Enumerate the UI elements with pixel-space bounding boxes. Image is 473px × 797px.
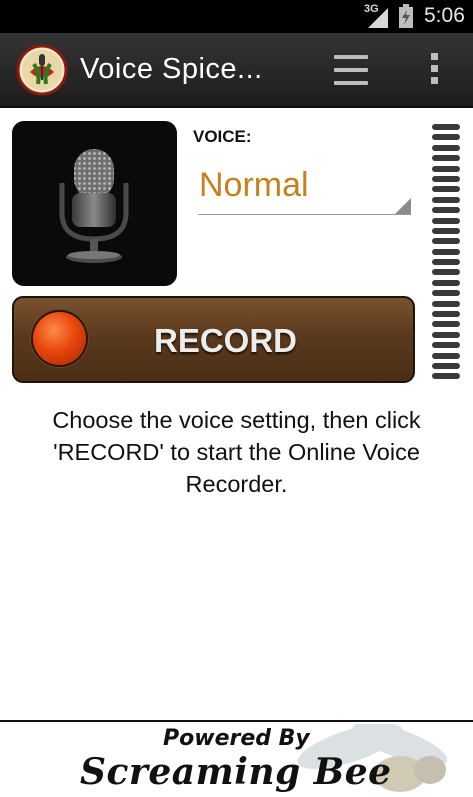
powered-by-text: Powered By xyxy=(163,726,310,751)
app-logo-icon[interactable] xyxy=(16,44,68,96)
level-bar xyxy=(432,352,460,359)
battery-charging-icon xyxy=(399,4,413,28)
level-bar xyxy=(432,311,460,318)
signal-icon xyxy=(368,8,388,28)
level-bar xyxy=(432,124,460,130)
level-bar xyxy=(432,238,460,245)
level-bar xyxy=(432,362,460,369)
microphone-icon xyxy=(59,149,129,263)
level-bar xyxy=(432,269,460,276)
voice-selected-value: Normal xyxy=(199,166,309,204)
app-title: Voice Spice... xyxy=(80,53,263,85)
footer-banner[interactable]: Powered By Screaming Bee xyxy=(0,720,473,797)
level-bar xyxy=(432,342,460,349)
level-bar xyxy=(432,279,460,286)
level-bar xyxy=(432,227,460,234)
level-bar xyxy=(432,134,460,141)
record-dot-icon xyxy=(33,312,86,365)
level-bar xyxy=(432,373,460,380)
level-bar xyxy=(432,300,460,307)
level-bar xyxy=(432,196,460,203)
status-bar: 3G 5:06 xyxy=(0,0,473,33)
level-bar xyxy=(432,155,460,162)
voice-dropdown[interactable]: Normal xyxy=(198,160,411,215)
level-bar xyxy=(432,165,460,172)
overflow-menu-icon[interactable] xyxy=(427,53,441,87)
level-bar xyxy=(432,207,460,214)
level-bar xyxy=(432,290,460,297)
brand-logo-text: Screaming Bee xyxy=(80,751,392,793)
record-label: RECORD xyxy=(154,322,298,359)
level-bar xyxy=(432,186,460,193)
action-bar: Voice Spice... xyxy=(0,33,473,108)
menu-icon[interactable] xyxy=(334,55,368,85)
level-bar xyxy=(432,217,460,224)
record-button[interactable]: RECORD xyxy=(12,296,415,383)
level-bar xyxy=(432,144,460,151)
level-bar xyxy=(432,248,460,255)
audio-level-meter xyxy=(432,124,462,384)
microphone-image xyxy=(12,121,177,286)
clock: 5:06 xyxy=(424,4,465,27)
voice-label: VOICE: xyxy=(193,127,252,146)
instruction-text: Choose the voice setting, then click 'RE… xyxy=(52,407,421,497)
level-bar xyxy=(432,175,460,182)
level-bar xyxy=(432,259,460,266)
level-bar xyxy=(432,331,460,338)
level-bar xyxy=(432,321,460,328)
dropdown-arrow-icon xyxy=(395,198,411,214)
